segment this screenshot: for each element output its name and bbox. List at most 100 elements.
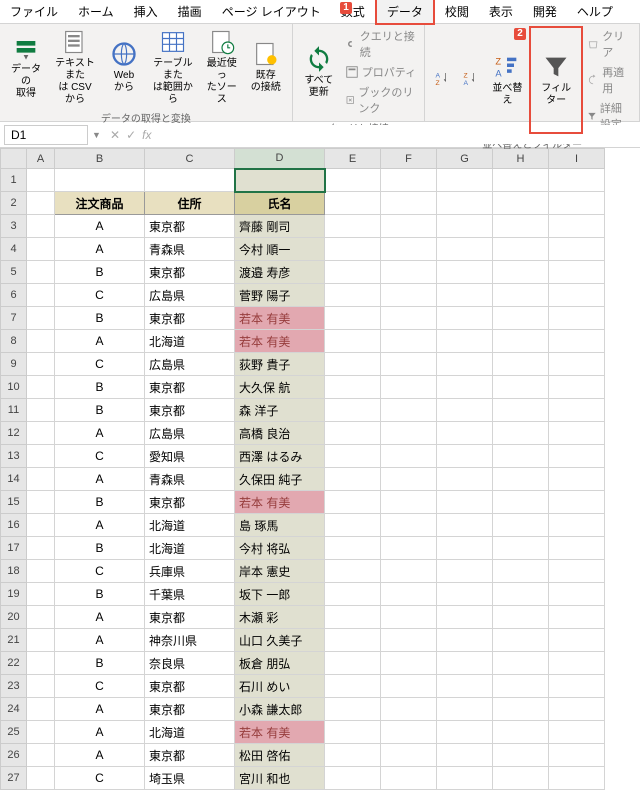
accept-formula-icon[interactable]: ✓	[126, 128, 136, 142]
cell[interactable]: 森 洋子	[235, 399, 325, 422]
cell[interactable]	[549, 468, 605, 491]
cell[interactable]: 岸本 憲史	[235, 560, 325, 583]
cell[interactable]	[437, 629, 493, 652]
cell[interactable]	[493, 468, 549, 491]
cell[interactable]	[493, 629, 549, 652]
cell[interactable]	[493, 307, 549, 330]
cell[interactable]	[27, 422, 55, 445]
cell[interactable]	[27, 652, 55, 675]
cell[interactable]	[549, 215, 605, 238]
cell[interactable]: 齊藤 剛司	[235, 215, 325, 238]
existing-button[interactable]: 既存 の接続	[244, 26, 288, 108]
cell[interactable]	[493, 261, 549, 284]
cell[interactable]	[549, 399, 605, 422]
cell[interactable]	[549, 629, 605, 652]
cell[interactable]	[381, 238, 437, 261]
cell[interactable]: 板倉 朋弘	[235, 652, 325, 675]
cell[interactable]: 今村 順一	[235, 238, 325, 261]
cell[interactable]	[493, 169, 549, 192]
cell[interactable]	[381, 721, 437, 744]
cell[interactable]	[325, 238, 381, 261]
cell[interactable]	[493, 353, 549, 376]
small-再適用[interactable]: 再適用	[583, 62, 635, 98]
cell[interactable]	[437, 192, 493, 215]
cell[interactable]	[325, 353, 381, 376]
menu-開発[interactable]: 開発	[523, 0, 567, 23]
cell[interactable]	[549, 238, 605, 261]
col-header-E[interactable]: E	[325, 149, 381, 169]
cell[interactable]	[381, 514, 437, 537]
cell[interactable]	[493, 376, 549, 399]
from-table-button[interactable]: テーブルまた は範囲から	[146, 26, 200, 108]
cell[interactable]	[549, 606, 605, 629]
cell[interactable]	[437, 330, 493, 353]
menu-ヘルプ[interactable]: ヘルプ	[567, 0, 623, 23]
cell[interactable]: 東京都	[145, 675, 235, 698]
cell[interactable]	[493, 215, 549, 238]
row-header-9[interactable]: 9	[1, 353, 27, 376]
cell[interactable]	[325, 376, 381, 399]
col-header-C[interactable]: C	[145, 149, 235, 169]
cell[interactable]	[325, 698, 381, 721]
cell[interactable]: 東京都	[145, 376, 235, 399]
cell[interactable]	[437, 353, 493, 376]
cell[interactable]	[381, 330, 437, 353]
cell[interactable]	[325, 445, 381, 468]
row-header-17[interactable]: 17	[1, 537, 27, 560]
cell[interactable]	[381, 261, 437, 284]
cell[interactable]: 青森県	[145, 238, 235, 261]
menu-数式[interactable]: 数式	[331, 0, 375, 23]
cell[interactable]: 北海道	[145, 330, 235, 353]
cell[interactable]	[27, 606, 55, 629]
row-header-7[interactable]: 7	[1, 307, 27, 330]
cell[interactable]	[381, 698, 437, 721]
row-header-24[interactable]: 24	[1, 698, 27, 721]
cell[interactable]: B	[55, 376, 145, 399]
cell[interactable]	[381, 767, 437, 790]
name-box-dropdown-icon[interactable]: ▼	[92, 130, 104, 140]
cell[interactable]: 北海道	[145, 721, 235, 744]
cell[interactable]: 東京都	[145, 215, 235, 238]
cell[interactable]: B	[55, 583, 145, 606]
cell[interactable]: C	[55, 560, 145, 583]
cell[interactable]	[325, 629, 381, 652]
cell[interactable]	[235, 169, 325, 192]
small-クエリと接続[interactable]: クエリと接続	[341, 26, 421, 62]
cell[interactable]: A	[55, 698, 145, 721]
row-header-4[interactable]: 4	[1, 238, 27, 261]
cell[interactable]	[549, 307, 605, 330]
cell[interactable]	[381, 376, 437, 399]
cell[interactable]	[27, 192, 55, 215]
fx-icon[interactable]: fx	[142, 128, 151, 142]
cell[interactable]: B	[55, 491, 145, 514]
cell[interactable]	[381, 468, 437, 491]
row-header-18[interactable]: 18	[1, 560, 27, 583]
cell[interactable]: 神奈川県	[145, 629, 235, 652]
header-cell-c[interactable]: 住所	[145, 192, 235, 215]
cell[interactable]	[549, 744, 605, 767]
cell[interactable]: 愛知県	[145, 445, 235, 468]
cell[interactable]: 埼玉県	[145, 767, 235, 790]
row-header-22[interactable]: 22	[1, 652, 27, 675]
row-header-3[interactable]: 3	[1, 215, 27, 238]
cell[interactable]	[325, 721, 381, 744]
cell[interactable]	[325, 284, 381, 307]
cell[interactable]: 北海道	[145, 537, 235, 560]
cell[interactable]: A	[55, 629, 145, 652]
cell[interactable]	[493, 744, 549, 767]
cell[interactable]	[549, 169, 605, 192]
row-header-26[interactable]: 26	[1, 744, 27, 767]
cell[interactable]	[493, 284, 549, 307]
name-box[interactable]	[4, 125, 88, 145]
cell[interactable]	[325, 192, 381, 215]
cancel-formula-icon[interactable]: ✕	[110, 128, 120, 142]
cell[interactable]	[27, 537, 55, 560]
cell[interactable]	[381, 399, 437, 422]
cell[interactable]	[381, 169, 437, 192]
cell[interactable]	[27, 215, 55, 238]
menu-校閲[interactable]: 校閲	[435, 0, 479, 23]
cell[interactable]: 東京都	[145, 307, 235, 330]
sort-button[interactable]: ZA 並べ替え	[485, 26, 529, 134]
cell[interactable]	[325, 399, 381, 422]
cell[interactable]: B	[55, 307, 145, 330]
